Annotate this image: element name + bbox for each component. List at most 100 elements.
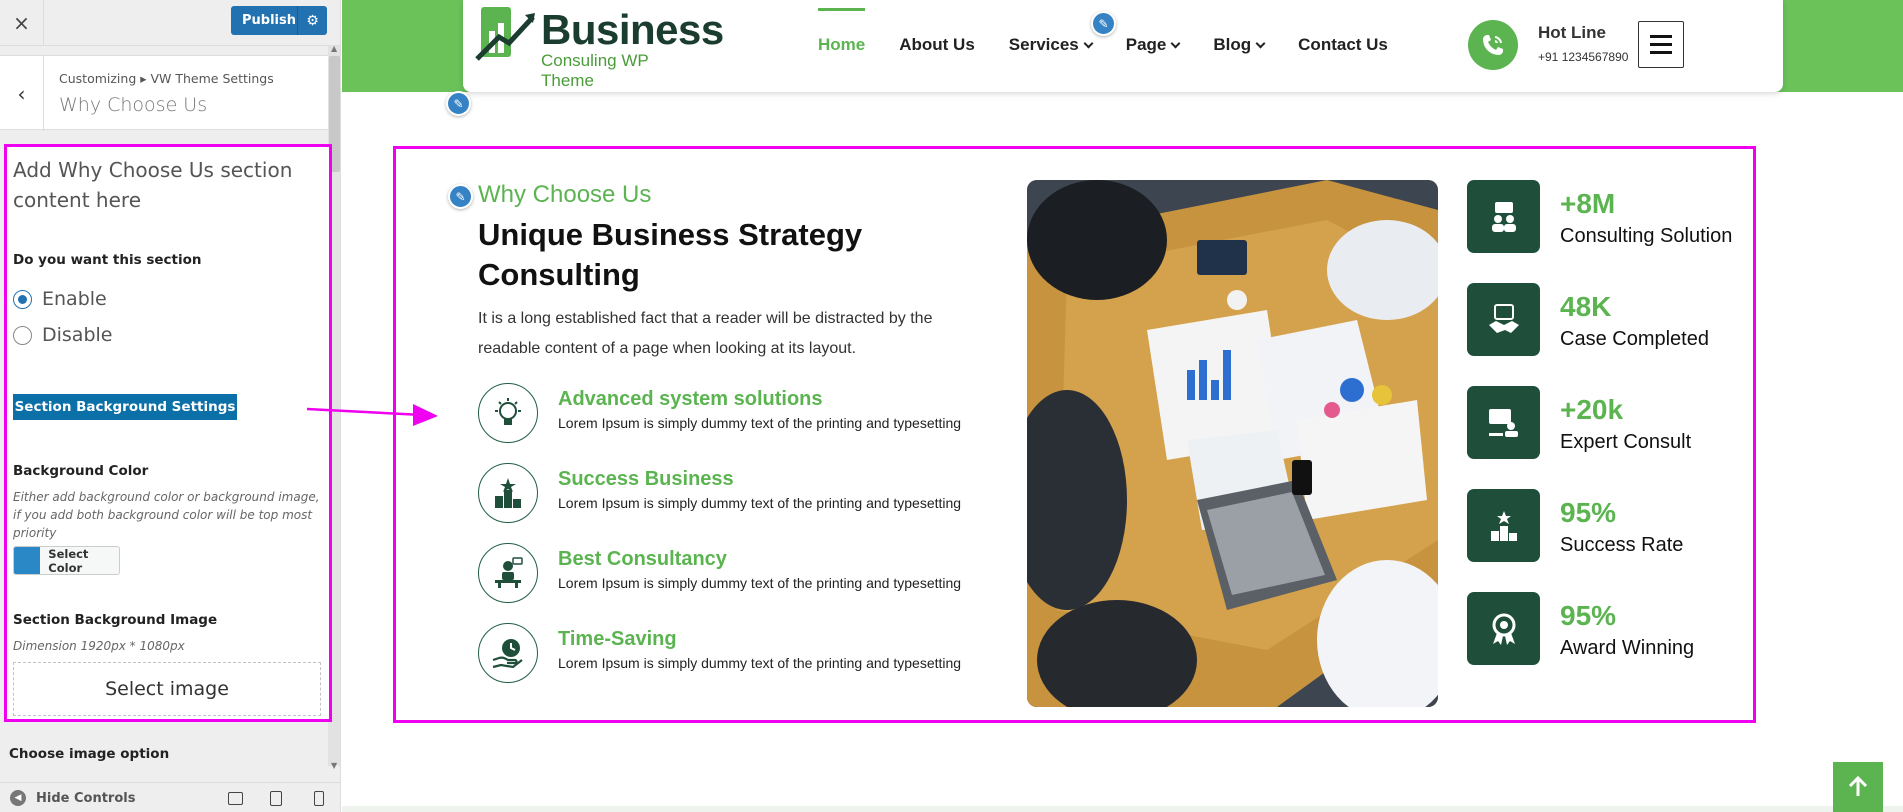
section-kicker: Why Choose Us [478, 181, 652, 208]
stat-value: 95% [1560, 600, 1617, 631]
scroll-up-icon[interactable]: ▲ [331, 44, 337, 53]
stat-value: 48K [1560, 291, 1612, 322]
feature-item: Best Consultancy Lorem Ipsum is simply d… [478, 543, 998, 605]
monitor-user-icon [1467, 386, 1540, 459]
nav-home[interactable]: Home [818, 8, 866, 55]
why-choose-us-controls: Add Why Choose Us section content here D… [4, 144, 332, 722]
close-icon[interactable]: × [0, 0, 44, 46]
collapse-icon: ◀ [10, 790, 26, 806]
stat-label: Success Rate [1560, 534, 1684, 556]
nav-contact-us[interactable]: Contact Us [1298, 35, 1388, 55]
publish-label: Publish [242, 13, 296, 28]
page-bottom-strip [342, 806, 1903, 812]
edit-shortcut-pencil-icon[interactable]: ✎ [1091, 11, 1116, 36]
customizer-footer: ◀ Hide Controls [0, 782, 340, 812]
feature-text: Lorem Ipsum is simply dummy text of the … [558, 655, 962, 671]
edit-shortcut-pencil-icon[interactable]: ✎ [448, 184, 473, 209]
nav-page[interactable]: Page [1125, 35, 1181, 55]
podium-icon [1467, 489, 1540, 562]
feature-title: Time-Saving [558, 628, 677, 650]
scroll-down-icon[interactable]: ▼ [331, 761, 337, 770]
background-image-label: Section Background Image [13, 612, 218, 628]
bulb-gear-icon [478, 383, 538, 443]
stat-value: +8M [1560, 188, 1616, 219]
main-navigation: Home About Us Services Page Blog Contact… [818, 8, 1422, 55]
logo-mark-icon [475, 7, 535, 61]
stat-label: Award Winning [1560, 637, 1695, 659]
feature-item: Time-Saving Lorem Ipsum is simply dummy … [478, 623, 998, 685]
select-color-button[interactable]: Select Color [13, 546, 120, 575]
panel-intro: Add Why Choose Us section content here [13, 158, 293, 212]
feature-title: Best Consultancy [558, 548, 727, 570]
background-color-note: Either add background color or backgroun… [13, 490, 320, 540]
feature-title: Advanced system solutions [558, 388, 823, 410]
feature-item: Success Business Lorem Ipsum is simply d… [478, 463, 998, 525]
award-badge-icon [1467, 592, 1540, 665]
breadcrumb: Customizing ▸ VW Theme Settings [59, 71, 274, 86]
back-arrow-icon[interactable]: ‹ [0, 56, 44, 131]
nav-services-label: Services [1008, 35, 1079, 54]
chevron-down-icon [1255, 38, 1266, 48]
background-color-label: Background Color [13, 463, 149, 479]
hand-clock-icon [478, 623, 538, 683]
chevron-down-icon [1083, 38, 1094, 48]
consultant-desk-icon [478, 543, 538, 603]
handshake-icon [1467, 283, 1540, 356]
nav-about-label: About Us [899, 35, 975, 54]
site-logo[interactable]: Business Consuling WP Theme [475, 3, 724, 90]
section-title: Unique Business Strategy Consulting [478, 217, 863, 292]
edit-shortcut-pencil-icon[interactable]: ✎ [446, 91, 471, 116]
publish-button[interactable]: Publish ⚙ [231, 6, 327, 35]
stat-item: 95% Award Winning [1467, 592, 1747, 667]
section-background-settings-heading: Section Background Settings [13, 394, 237, 420]
desktop-icon[interactable] [228, 792, 243, 805]
dimension-note: Dimension 1920px * 1080px [13, 639, 185, 653]
nav-services[interactable]: Services [1008, 35, 1094, 55]
arrow-up-icon [1848, 776, 1868, 796]
stat-item: 95% Success Rate [1467, 489, 1747, 564]
stat-item: +20k Expert Consult [1467, 386, 1747, 461]
podium-star-icon [478, 463, 538, 523]
team-chat-icon [1467, 180, 1540, 253]
nav-blog[interactable]: Blog [1213, 35, 1266, 55]
radio-disable[interactable]: Disable [13, 324, 112, 346]
radio-checked-icon[interactable] [13, 289, 32, 309]
stat-value: +20k [1560, 394, 1624, 425]
stat-item: 48K Case Completed [1467, 283, 1747, 358]
stat-value: 95% [1560, 497, 1617, 528]
panel-title: Why Choose Us [59, 94, 208, 116]
tablet-icon[interactable] [270, 791, 282, 806]
feature-item: Advanced system solutions Lorem Ipsum is… [478, 383, 998, 445]
why-choose-us-section: ✎ Why Choose Us Unique Business Strategy… [393, 146, 1756, 723]
stat-item: +8M Consulting Solution [1467, 180, 1747, 255]
annotation-arrow [306, 404, 438, 426]
nav-blog-label: Blog [1213, 35, 1252, 54]
scroll-to-top-button[interactable] [1833, 762, 1883, 812]
nav-about-us[interactable]: About Us [899, 35, 975, 55]
logo-title: Business [541, 6, 724, 53]
site-preview: Business Consuling WP Theme Home About U… [342, 0, 1903, 812]
hide-controls-label: Hide Controls [36, 790, 136, 806]
select-image-button[interactable]: Select image [13, 662, 321, 716]
nav-contact-label: Contact Us [1298, 35, 1388, 54]
feature-text: Lorem Ipsum is simply dummy text of the … [558, 575, 962, 591]
radio-enable[interactable]: Enable [13, 288, 107, 310]
mobile-icon[interactable] [314, 791, 324, 806]
feature-title: Success Business [558, 468, 734, 490]
stat-label: Consulting Solution [1560, 225, 1733, 247]
select-color-label: Select Color [48, 546, 89, 575]
color-swatch [14, 547, 41, 574]
hide-controls-button[interactable]: ◀ Hide Controls [10, 790, 135, 806]
hotline-number[interactable]: +91 1234567890 [1538, 50, 1628, 64]
gear-icon[interactable]: ⚙ [297, 6, 327, 35]
customizer-sidebar: × Publish ⚙ ‹ Customizing ▸ VW Theme Set… [0, 0, 341, 812]
hamburger-menu-button[interactable] [1638, 21, 1684, 68]
site-header: Business Consuling WP Theme Home About U… [463, 0, 1783, 92]
nav-page-label: Page [1125, 35, 1167, 54]
radio-enable-label: Enable [42, 288, 107, 310]
hotline-label: Hot Line [1538, 23, 1606, 42]
stat-label: Expert Consult [1560, 431, 1692, 453]
radio-unchecked-icon[interactable] [13, 325, 32, 345]
phone-icon [1468, 20, 1518, 70]
section-description: It is a long established fact that a rea… [478, 310, 933, 357]
